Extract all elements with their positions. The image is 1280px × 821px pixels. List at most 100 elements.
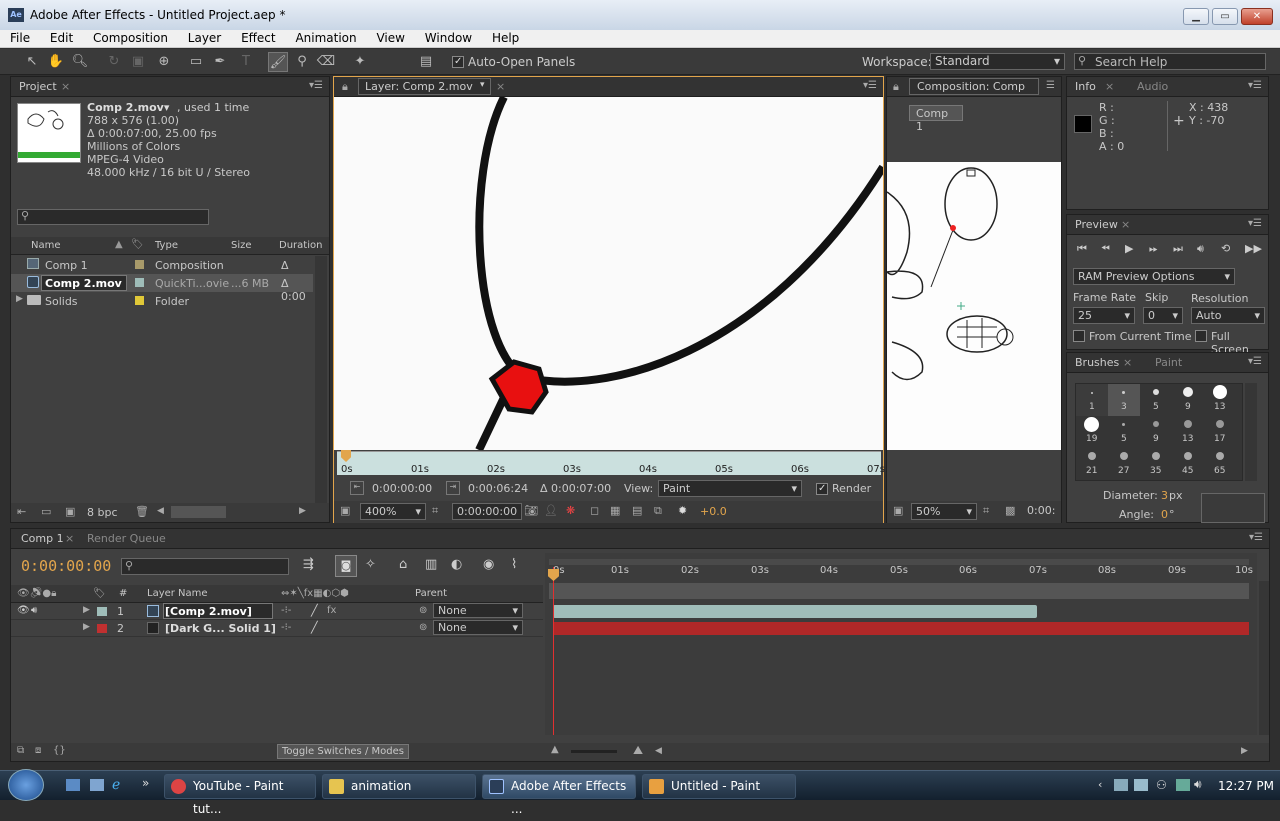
auto-open-panels-checkbox[interactable] — [452, 55, 464, 68]
parent-dropdown[interactable]: None — [433, 620, 523, 635]
live-update-icon[interactable]: ◙ — [335, 555, 357, 577]
shy-switch-icon[interactable]: -⁝- — [281, 622, 291, 633]
project-row-comp2[interactable]: Comp 2.mov QuickTi...ovie ...6 MB Δ 0:00 — [11, 274, 313, 303]
zoom-in-icon[interactable]: ⛰︎ — [633, 743, 643, 758]
quality-switch-icon[interactable]: ╱ — [311, 604, 318, 617]
brush-tip[interactable]: 13 — [1172, 416, 1204, 448]
layer-switches-icon[interactable]: ⧉ — [17, 745, 24, 756]
clone-stamp-tool-icon[interactable]: ⚲ — [292, 52, 312, 72]
comp-mini-flowchart-icon[interactable]: ⇶ — [303, 557, 314, 572]
from-current-time-checkbox[interactable] — [1073, 329, 1085, 342]
search-help-field[interactable]: ⚲ Search Help — [1074, 53, 1266, 70]
panel-menu-icon[interactable]: ▾☰ — [1249, 532, 1263, 543]
project-tab[interactable]: Project — [19, 80, 57, 93]
label-color-swatch[interactable] — [135, 278, 144, 287]
close-tab-icon[interactable]: × — [1121, 218, 1130, 231]
close-window-button[interactable]: ✕ — [1241, 8, 1273, 25]
toggle-mask-icon[interactable]: ◻ — [590, 504, 599, 517]
next-frame-icon[interactable]: ⏩︎ — [1149, 242, 1158, 256]
view-dropdown[interactable]: Paint — [658, 480, 802, 497]
timeline-search-input[interactable]: ⚲ — [121, 558, 289, 575]
brush-tip[interactable]: 5 — [1140, 384, 1172, 416]
tray-clock[interactable]: 12:27 PM — [1218, 779, 1274, 793]
show-desktop-icon[interactable] — [66, 779, 80, 791]
workspace-panel-icon[interactable]: ▤ — [416, 52, 436, 72]
taskbar-item-youtube[interactable]: YouTube - Paint tut... — [164, 774, 316, 816]
video-eye-icon[interactable]: 👁︎ — [17, 605, 30, 616]
frame-blending-icon[interactable]: ▥ — [425, 557, 437, 572]
paint-tab[interactable]: Paint — [1155, 356, 1182, 369]
layer-name[interactable]: [Dark G... Solid 1] — [165, 622, 276, 635]
audio-tab[interactable]: Audio — [1137, 80, 1168, 93]
parent-dropdown[interactable]: None — [433, 603, 523, 618]
project-scrollbar[interactable] — [315, 256, 327, 504]
menu-layer[interactable]: Layer — [178, 30, 227, 45]
tray-display-icon[interactable] — [1134, 779, 1148, 791]
graph-editor-icon[interactable]: ⌇ — [511, 557, 517, 572]
tray-expand-icon[interactable]: ‹ — [1098, 778, 1102, 791]
label-color-swatch[interactable] — [97, 624, 107, 633]
layer-row-1[interactable]: 👁︎ 🔊︎ ▶ 1 [Comp 2.mov] -⁝- ╱ fx ⊚ None — [11, 603, 543, 620]
comp-1-button[interactable]: Comp 1 — [909, 105, 963, 133]
toggle-transparency-icon[interactable]: ▩ — [1005, 504, 1015, 517]
new-folder-icon[interactable]: ▭ — [41, 505, 51, 518]
tray-users-icon[interactable]: ⚇ — [1156, 778, 1167, 792]
draft-3d-icon[interactable]: ✧ — [365, 557, 376, 572]
audio-speaker-icon[interactable]: 🔊︎ — [31, 605, 37, 616]
panel-menu-icon[interactable]: ☰ — [1046, 80, 1055, 91]
toggle-switches-modes-button[interactable]: Toggle Switches / Modes — [277, 744, 409, 759]
brush-tip[interactable]: 27 — [1108, 448, 1140, 480]
brush-tip[interactable]: 19 — [1076, 416, 1108, 448]
close-tab-icon[interactable]: × — [1123, 356, 1132, 369]
snapshot-camera-icon[interactable]: 📷︎ — [524, 504, 538, 517]
menu-edit[interactable]: Edit — [40, 30, 79, 45]
angle-value[interactable]: 0 — [1161, 508, 1168, 521]
brush-scrollbar[interactable] — [1245, 383, 1257, 481]
always-preview-icon[interactable]: ▣ — [893, 504, 903, 517]
close-tab-icon[interactable]: × — [1105, 80, 1114, 93]
selection-tool-icon[interactable]: ↖ — [22, 52, 42, 72]
horizontal-scroll-thumb[interactable] — [171, 506, 226, 518]
tray-network2-icon[interactable] — [1176, 779, 1190, 791]
workspace-dropdown[interactable]: Standard — [930, 53, 1065, 70]
play-icon[interactable]: ▶ — [1125, 242, 1133, 255]
project-search-input[interactable]: ⚲ — [17, 209, 209, 225]
region-of-interest-icon[interactable]: ⌗ — [983, 504, 989, 518]
scroll-right-icon[interactable]: ▶ — [1241, 746, 1248, 756]
brush-tip[interactable]: 17 — [1204, 416, 1236, 448]
start-button[interactable] — [8, 769, 44, 801]
set-out-point-icon[interactable]: ⇥ — [446, 481, 460, 495]
brush-tip[interactable]: 5 — [1108, 416, 1140, 448]
hide-shy-layers-icon[interactable]: ⌂ — [399, 557, 407, 572]
guides-icon[interactable]: ▤ — [632, 504, 642, 517]
expand-arrow-icon[interactable]: ▶ — [83, 605, 90, 615]
channel-rgb-icon[interactable]: ❋ — [566, 504, 575, 517]
zoom-out-icon[interactable]: ▲ — [551, 744, 559, 755]
brush-tip[interactable]: 9 — [1140, 416, 1172, 448]
show-snapshot-icon[interactable]: 👤︎ — [544, 504, 558, 517]
menu-effect[interactable]: Effect — [231, 30, 282, 45]
resolution-dropdown[interactable]: Auto — [1191, 307, 1265, 324]
col-name[interactable]: Name — [31, 240, 61, 251]
label-color-swatch[interactable] — [135, 260, 144, 269]
menu-file[interactable]: File — [0, 30, 36, 45]
minimize-button[interactable]: ▁ — [1183, 8, 1209, 25]
quicklaunch-more-icon[interactable]: » — [142, 776, 149, 790]
ram-preview-icon[interactable]: ▶▶ — [1245, 242, 1262, 255]
panel-menu-icon[interactable]: ▾☰ — [309, 80, 323, 91]
interpret-footage-icon[interactable]: ⇤ — [17, 505, 26, 518]
brush-tip[interactable]: 45 — [1172, 448, 1204, 480]
zoom-dropdown[interactable]: 400% — [360, 503, 426, 520]
in-out-panes-icon[interactable]: {} — [53, 745, 66, 756]
brush-tip[interactable]: 1 — [1076, 384, 1108, 416]
loop-icon[interactable]: ⟲ — [1221, 242, 1230, 255]
scroll-right-icon[interactable]: ▶ — [299, 506, 306, 516]
brush-tip[interactable]: 65 — [1204, 448, 1236, 480]
last-frame-icon[interactable]: ⏭ — [1173, 242, 1183, 256]
layer-row-2[interactable]: ▶ 2 [Dark G... Solid 1] -⁝- ╱ ⊚ None — [11, 620, 543, 637]
comp-1-tab[interactable]: Comp 1 — [21, 532, 64, 545]
expand-arrow-icon[interactable]: ▶ — [83, 622, 90, 632]
info-tab[interactable]: Info — [1075, 80, 1096, 93]
project-row-solids[interactable]: ▶ Solids Folder — [11, 292, 313, 310]
brush-tip[interactable]: 13 — [1204, 384, 1236, 416]
